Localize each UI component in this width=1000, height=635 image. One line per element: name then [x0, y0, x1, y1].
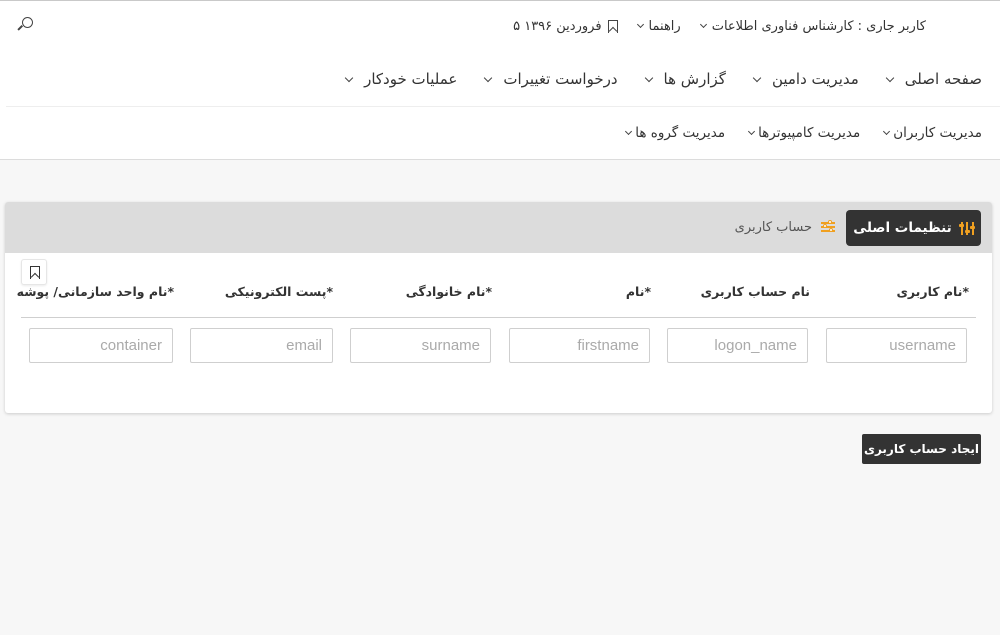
header-divider — [6, 106, 1000, 107]
nav-item-change-requests[interactable]: درخواست تغییرات — [484, 70, 618, 88]
subnav-item-groups[interactable]: مدیریت گروه ها — [625, 125, 726, 141]
current-date: ۵ فروردین ۱۳۹۶ — [513, 18, 602, 34]
nav-item-automation[interactable]: عملیات خودکار — [344, 70, 458, 88]
sub-nav: مدیریت کاربران مدیریت کامپیوترها مدیریت … — [625, 121, 982, 145]
sliders-icon — [821, 220, 835, 233]
nav-item-label: گزارش ها — [663, 70, 726, 88]
firstname-field[interactable] — [509, 328, 650, 363]
panel-header: تنظیمات اصلی حساب کاربری — [5, 202, 992, 253]
tab-main-settings[interactable]: تنظیمات اصلی — [846, 210, 981, 246]
current-user-menu[interactable]: کاربر جاری : کارشناس فناوری اطلاعات — [699, 18, 926, 34]
column-header-container: نام واحد سازمانی/ پوشه* — [16, 284, 174, 299]
nav-item-reports[interactable]: گزارش ها — [644, 70, 726, 88]
create-account-button[interactable]: ایجاد حساب کاربری — [862, 434, 981, 464]
chevron-down-icon — [625, 127, 633, 136]
tab-main-label: تنظیمات اصلی — [853, 220, 952, 236]
nav-item-label: مدیریت دامین — [771, 70, 859, 88]
chevron-down-icon — [344, 73, 354, 82]
surname-field[interactable] — [350, 328, 491, 363]
tab-sub-label: حساب کاربری — [734, 219, 812, 235]
equalizer-icon — [959, 221, 976, 235]
chevron-down-icon — [644, 73, 653, 82]
subnav-item-label: مدیریت کاربران — [893, 125, 982, 141]
column-header-username: نام کاربری* — [896, 284, 969, 299]
column-header-firstname: نام* — [625, 284, 651, 299]
chevron-down-icon — [636, 20, 644, 29]
chevron-down-icon — [699, 20, 707, 29]
date-display: ۵ فروردین ۱۳۹۶ — [513, 18, 618, 34]
chevron-down-icon — [752, 73, 762, 82]
utility-bar: کاربر جاری : کارشناس فناوری اطلاعات راهن… — [513, 15, 926, 37]
subnav-item-users[interactable]: مدیریت کاربران — [883, 125, 982, 141]
help-label: راهنما — [648, 18, 681, 34]
main-nav: صفحه اصلی مدیریت دامین گزارش ها درخواست … — [344, 65, 982, 93]
tab-user-account[interactable]: حساب کاربری — [725, 214, 835, 240]
column-header-surname: نام خانوادگی* — [405, 284, 492, 299]
nav-item-domain-management[interactable]: مدیریت دامین — [752, 70, 859, 88]
bookmark-icon — [30, 266, 40, 279]
current-user-label: کاربر جاری : کارشناس فناوری اطلاعات — [711, 18, 926, 34]
chevron-down-icon — [484, 73, 493, 82]
nav-item-home[interactable]: صفحه اصلی — [885, 70, 982, 88]
site-header: کاربر جاری : کارشناس فناوری اطلاعات راهن… — [0, 1, 1000, 160]
nav-item-label: درخواست تغییرات — [503, 70, 618, 88]
nav-item-label: عملیات خودکار — [364, 70, 458, 88]
username-field[interactable] — [826, 328, 967, 363]
subnav-item-computers[interactable]: مدیریت کامپیوترها — [748, 125, 861, 141]
chevron-down-icon — [883, 127, 891, 136]
subnav-item-label: مدیریت گروه ها — [635, 125, 726, 141]
column-header-email: پست الکترونیکی* — [224, 284, 333, 299]
search-icon[interactable] — [17, 17, 33, 33]
help-menu[interactable]: راهنما — [636, 18, 681, 34]
container-field[interactable] — [29, 328, 173, 363]
bookmark-icon — [607, 19, 618, 33]
bookmark-button[interactable] — [21, 259, 47, 285]
user-account-panel: تنظیمات اصلی حساب کاربری نام کاربری* نام… — [5, 202, 992, 413]
logon-name-field[interactable] — [667, 328, 808, 363]
header-divider-line — [21, 317, 976, 318]
column-header-logon-name: نام حساب کاربری — [700, 284, 810, 299]
email-field[interactable] — [190, 328, 333, 363]
subnav-item-label: مدیریت کامپیوترها — [758, 125, 861, 141]
chevron-down-icon — [748, 127, 756, 136]
chevron-down-icon — [885, 73, 895, 82]
nav-item-label: صفحه اصلی — [904, 70, 982, 88]
